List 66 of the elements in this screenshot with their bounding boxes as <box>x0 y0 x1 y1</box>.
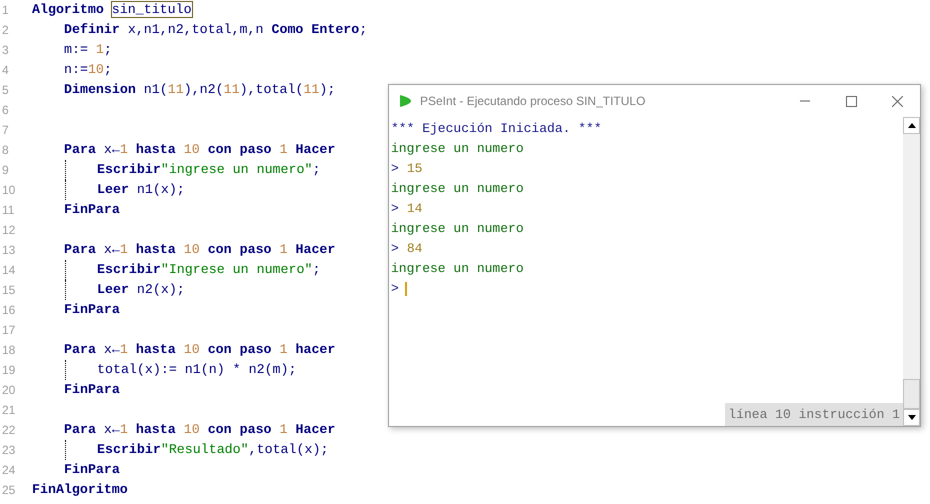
line-number: 22 <box>1 422 16 439</box>
line-number: 17 <box>1 322 16 339</box>
line-number: 12 <box>1 222 16 239</box>
console-output: ingrese un numero <box>391 220 524 238</box>
scroll-up-icon[interactable] <box>903 117 920 134</box>
maximize-icon <box>846 96 856 106</box>
prompt-sign: > <box>391 280 399 298</box>
input-text: 84 <box>406 240 422 258</box>
code-line: Definir x,n1,n2,total,m,n Como Entero; <box>64 21 368 40</box>
code-line: Para x←1 hasta 10 con paso 1 hacer <box>64 341 336 360</box>
status-message: *** Ejecución Iniciada. *** <box>391 120 602 138</box>
code-line: FinAlgoritmo <box>32 481 128 500</box>
code-line: Escribir"Resultado",total(x); <box>97 441 328 460</box>
code-line: Dimension n1(11),n2(11),total(11); <box>64 81 336 100</box>
code-line: Leer n2(x); <box>97 281 185 300</box>
app-logo-icon <box>398 94 412 108</box>
line-number: 1 <box>1 2 10 19</box>
code-line: FinPara <box>64 381 120 400</box>
code-line: FinPara <box>64 301 120 320</box>
prompt-sign: > <box>391 200 399 218</box>
line-number: 3 <box>1 42 10 59</box>
scrollbar[interactable] <box>903 117 920 426</box>
line-number: 16 <box>1 302 16 319</box>
code-line: Algoritmo sin_titulo <box>32 1 192 20</box>
line-number: 20 <box>1 382 16 399</box>
code-line: FinPara <box>64 201 120 220</box>
code-line: n:=10; <box>64 61 112 80</box>
window-title: PSeInt - Ejecutando proceso SIN_TITULO <box>420 93 646 110</box>
line-number: 10 <box>1 182 16 199</box>
code-line: Escribir"ingrese un numero"; <box>97 161 320 180</box>
console-output: ingrese un numero <box>391 140 524 158</box>
line-number: 4 <box>1 62 10 79</box>
code-line: Para x←1 hasta 10 con paso 1 Hacer <box>64 241 336 260</box>
line-number: 6 <box>1 102 10 119</box>
status-label: línea 10 instrucción 1 <box>725 402 903 426</box>
code-line: Escribir"Ingrese un numero"; <box>97 261 320 280</box>
line-number: 21 <box>1 402 16 419</box>
code-line: Leer n1(x); <box>97 181 185 200</box>
prompt-sign: > <box>391 160 399 178</box>
close-icon <box>892 96 902 106</box>
console-output: ingrese un numero <box>391 260 524 278</box>
line-number: 11 <box>1 202 16 219</box>
line-number: 13 <box>1 242 16 259</box>
line-number: 7 <box>1 122 10 139</box>
prompt-sign: > <box>391 240 399 258</box>
line-number: 14 <box>1 262 16 279</box>
scroll-down-icon[interactable] <box>903 409 920 426</box>
line-number: 8 <box>1 142 10 159</box>
code-line: Para x←1 hasta 10 con paso 1 Hacer <box>64 141 336 160</box>
line-number: 5 <box>1 82 10 99</box>
line-number: 25 <box>1 482 16 499</box>
line-number: 23 <box>1 442 16 459</box>
console-output: ingrese un numero <box>391 180 524 198</box>
line-number: 18 <box>1 342 16 359</box>
line-number: 9 <box>1 162 10 179</box>
code-line: m:= 1; <box>64 41 112 60</box>
line-number: 2 <box>1 22 10 39</box>
code-line: total(x):= n1(n) * n2(m); <box>97 361 296 380</box>
line-number: 24 <box>1 462 16 479</box>
code-line: Para x←1 hasta 10 con paso 1 Hacer <box>64 421 336 440</box>
code-line: FinPara <box>64 461 120 480</box>
scroll-thumb[interactable] <box>903 379 920 409</box>
input-text: 15 <box>406 160 422 178</box>
line-number: 19 <box>1 362 16 379</box>
line-number: 15 <box>1 282 16 299</box>
input-text: 14 <box>406 200 422 218</box>
